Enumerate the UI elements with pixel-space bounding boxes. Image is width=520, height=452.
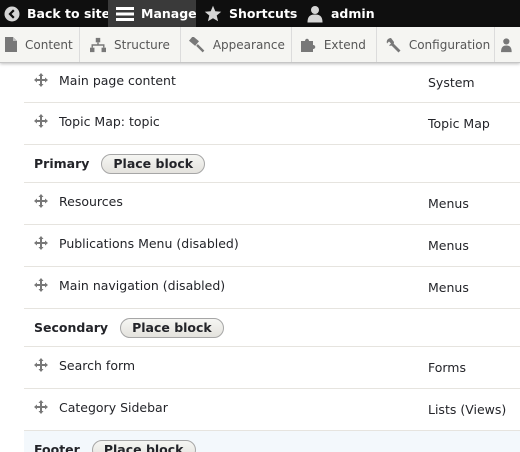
tray-item-extend[interactable]: Extend [292, 27, 377, 62]
block-name: Category Sidebar [59, 399, 168, 415]
region-primary: Primary Place block [24, 145, 520, 183]
hamburger-icon [116, 5, 134, 23]
tray-item-structure-label: Structure [114, 37, 170, 52]
tray-item-content-label: Content [25, 37, 73, 52]
block-category: Menus [428, 195, 469, 211]
wrench-icon [385, 37, 401, 53]
star-icon [204, 5, 222, 23]
user-label: admin [331, 6, 375, 21]
block-category: Menus [428, 279, 469, 295]
tray-item-appearance-label: Appearance [212, 37, 285, 52]
shortcuts-label: Shortcuts [229, 6, 298, 21]
block-layout-table: Main page content System Topic Map: topi… [24, 63, 520, 452]
region-title: Primary [34, 156, 90, 171]
tray-item-content[interactable]: Content [0, 27, 80, 62]
admin-toolbar: Back to site Manage Shortcuts admin [0, 0, 520, 27]
back-arrow-icon [4, 5, 20, 23]
block-name: Topic Map: topic [59, 113, 160, 129]
block-category: Menus [428, 237, 469, 253]
structure-icon [90, 37, 106, 53]
tray-item-structure[interactable]: Structure [80, 27, 181, 62]
place-block-button[interactable]: Place block [120, 317, 224, 338]
table-row: Main page content System [24, 63, 520, 103]
table-row: Category Sidebar Lists (Views) [24, 389, 520, 431]
place-block-button[interactable]: Place block [101, 153, 206, 174]
region-title: Footer [34, 442, 80, 452]
block-name: Search form [59, 357, 136, 373]
drag-handle-icon[interactable] [34, 277, 48, 292]
document-icon [5, 37, 17, 53]
region-secondary: Secondary Place block [24, 309, 520, 347]
back-to-site-link[interactable]: Back to site [0, 0, 111, 27]
region-footer: Footer Place block [24, 431, 520, 452]
tray-item-configuration[interactable]: Configuration [377, 27, 495, 62]
table-row: Topic Map: topic Topic Map [24, 103, 520, 145]
block-name: Resources [59, 193, 123, 209]
table-row: Resources Menus [24, 183, 520, 225]
user-tab[interactable]: admin [298, 0, 383, 27]
drag-handle-icon[interactable] [34, 72, 48, 87]
manage-tab[interactable]: Manage [108, 0, 197, 27]
paint-brush-icon [188, 36, 205, 53]
drag-handle-icon[interactable] [34, 113, 48, 128]
drag-handle-icon[interactable] [34, 235, 48, 250]
drag-handle-icon[interactable] [34, 357, 48, 372]
back-to-site-label: Back to site [27, 6, 111, 21]
drag-handle-icon[interactable] [34, 399, 48, 414]
manage-label: Manage [141, 6, 197, 21]
block-name: Publications Menu (disabled) [59, 235, 239, 251]
tray-item-extend-label: Extend [323, 37, 366, 52]
block-category: System [428, 74, 475, 90]
table-row: Main navigation (disabled) Menus [24, 267, 520, 309]
block-category: Forms [428, 359, 467, 375]
tray-item-people[interactable] [495, 27, 520, 62]
admin-tray: Content Structure Appearance Extend Conf… [0, 27, 520, 63]
tray-item-appearance[interactable]: Appearance [181, 27, 292, 62]
block-name: Main page content [59, 72, 176, 88]
people-icon [500, 37, 517, 53]
block-category: Lists (Views) [428, 401, 507, 417]
place-block-button[interactable]: Place block [91, 439, 196, 452]
shortcuts-tab[interactable]: Shortcuts [196, 0, 298, 27]
tray-item-configuration-label: Configuration [408, 37, 491, 52]
table-row: Search form Forms [24, 347, 520, 389]
block-category: Topic Map [428, 115, 490, 131]
region-title: Secondary [34, 320, 109, 335]
table-row: Publications Menu (disabled) Menus [24, 225, 520, 267]
user-icon [306, 5, 324, 23]
block-name: Main navigation (disabled) [59, 277, 226, 293]
drag-handle-icon[interactable] [34, 193, 48, 208]
puzzle-icon [300, 37, 316, 53]
